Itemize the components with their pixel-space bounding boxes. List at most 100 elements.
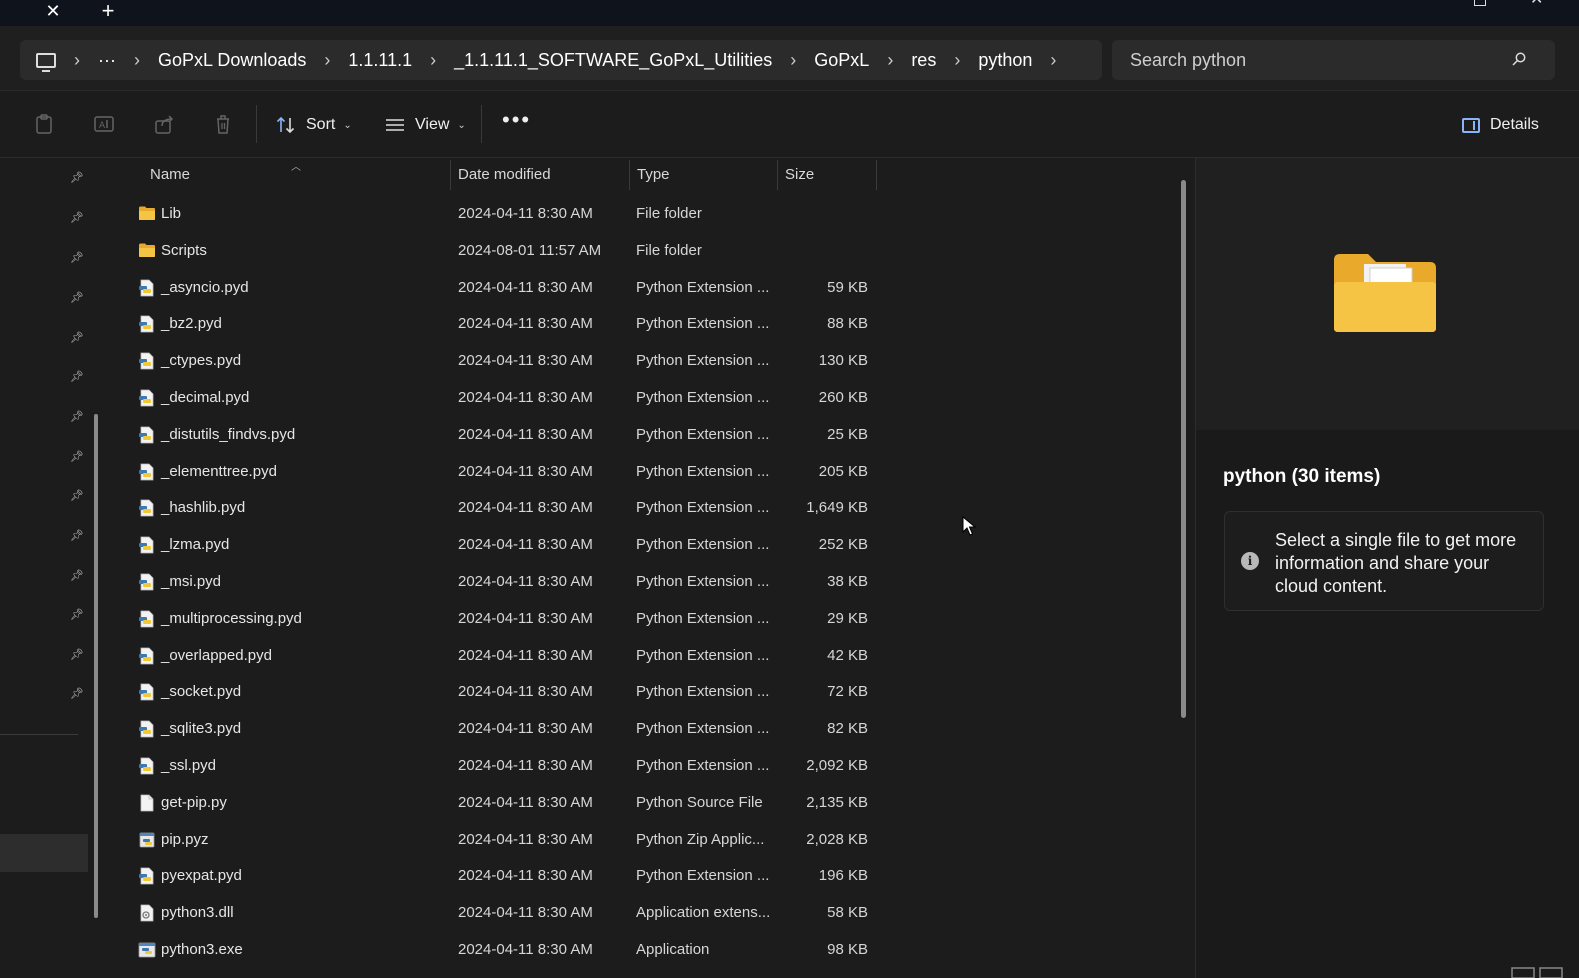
view-toggle-icons[interactable] [1510,966,1570,978]
file-row[interactable]: Scripts 2024-08-01 11:57 AM File folder [110,232,1170,269]
breadcrumb-current[interactable]: python [978,50,1032,71]
close-tab-button[interactable]: ✕ [42,0,64,22]
pin-icon[interactable]: 📌︎ [70,172,84,184]
pin-icon[interactable]: 📌︎ [70,332,84,344]
search-icon[interactable] [1512,52,1526,66]
search-box[interactable] [1112,40,1555,80]
column-divider[interactable] [629,160,630,190]
maximize-button[interactable] [1474,0,1486,6]
file-row[interactable]: python3.dll 2024-04-11 8:30 AM Application… [110,894,1170,931]
close-window-button[interactable]: ✕ [1530,0,1548,8]
file-row[interactable]: _elementtree.pyd 2024-04-11 8:30 AM Python… [110,453,1170,490]
paste-icon[interactable] [33,113,55,135]
python-file-icon [138,683,156,701]
pin-icon[interactable]: 📌︎ [70,688,84,700]
file-row[interactable]: _sqlite3.pyd 2024-04-11 8:30 AM Python Ext… [110,710,1170,747]
file-row[interactable]: python3.exe 2024-04-11 8:30 AM Application… [110,931,1170,968]
file-list: ︿ Name Date modified Type Size Lib 2024-0… [110,158,1195,978]
breadcrumb-item[interactable]: GoPxL Downloads [158,50,306,71]
pin-icon[interactable]: 📌︎ [70,490,84,502]
file-name: _decimal.pyd [161,389,250,406]
file-row[interactable]: _msi.pyd 2024-04-11 8:30 AM Python Extensi… [110,563,1170,600]
file-row[interactable]: _distutils_findvs.pyd 2024-04-11 8:30 AM P… [110,416,1170,453]
file-type: Application extens... [636,904,771,922]
nav-item-selected[interactable] [0,834,88,872]
sort-icon [276,116,295,134]
file-type: Python Extension ... [636,462,770,480]
share-icon[interactable] [153,113,175,135]
column-header-size[interactable]: Size [785,158,814,192]
breadcrumb-item[interactable]: GoPxL [814,50,869,71]
chevron-right-icon[interactable]: › [324,50,330,71]
toolbar-divider [256,105,257,143]
svg-text:A: A [99,120,105,130]
address-bar[interactable]: › ··· › GoPxL Downloads › 1.1.11.1 › _1.… [20,40,1102,80]
chevron-right-icon[interactable]: › [954,50,960,71]
file-type: Python Extension ... [636,646,770,664]
address-row: › ··· › GoPxL Downloads › 1.1.11.1 › _1.… [0,26,1579,90]
column-header-type[interactable]: Type [637,158,670,192]
column-header-date[interactable]: Date modified [458,158,551,192]
file-row[interactable]: _ssl.pyd 2024-04-11 8:30 AM Python Extensi… [110,747,1170,784]
column-divider[interactable] [450,160,451,190]
file-row[interactable]: pyexpat.pyd 2024-04-11 8:30 AM Python Exte… [110,857,1170,894]
chevron-right-icon[interactable]: › [887,50,893,71]
view-button[interactable]: View ⌄ [385,111,466,139]
file-row[interactable]: _overlapped.pyd 2024-04-11 8:30 AM Python … [110,637,1170,674]
preview-area [1196,158,1579,430]
new-tab-button[interactable]: + [96,0,120,24]
file-row[interactable]: _asyncio.pyd 2024-04-11 8:30 AM Python Ext… [110,269,1170,306]
file-size: 59 KB [827,278,868,296]
file-size: 88 KB [827,315,868,333]
python-file-icon [138,499,156,517]
chevron-right-icon[interactable]: › [1050,50,1056,71]
file-size: 196 KB [818,867,868,885]
file-date-modified: 2024-04-11 8:30 AM [458,941,593,958]
nav-scrollbar[interactable] [94,414,98,918]
breadcrumb-item[interactable]: 1.1.11.1 [348,50,412,71]
pin-icon[interactable]: 📌︎ [70,530,84,542]
pin-icon[interactable]: 📌︎ [70,609,84,621]
computer-icon[interactable] [36,52,56,72]
file-size: 2,092 KB [806,757,868,774]
file-list-scrollbar[interactable] [1181,180,1186,718]
file-row[interactable]: _hashlib.pyd 2024-04-11 8:30 AM Python Ext… [110,489,1170,526]
file-row[interactable]: pip.pyz 2024-04-11 8:30 AM Python Zip Appl… [110,821,1170,858]
breadcrumb-more[interactable]: ··· [98,50,116,71]
search-input[interactable] [1130,48,1510,72]
file-row[interactable]: _decimal.pyd 2024-04-11 8:30 AM Python Ext… [110,379,1170,416]
rename-icon[interactable]: A [93,113,115,135]
delete-icon[interactable] [212,113,234,135]
breadcrumb-item[interactable]: res [911,50,936,71]
file-row[interactable]: get-pip.py 2024-04-11 8:30 AM Python Sourc… [110,784,1170,821]
pin-icon[interactable]: 📌︎ [70,292,84,304]
file-row[interactable]: _socket.pyd 2024-04-11 8:30 AM Python Exte… [110,673,1170,710]
file-date-modified: 2024-04-11 8:30 AM [458,793,593,811]
details-pane-button[interactable]: Details [1462,111,1539,139]
pin-icon[interactable]: 📌︎ [70,451,84,463]
column-header-name[interactable]: Name [150,158,190,192]
file-name: pyexpat.pyd [161,867,242,885]
file-row[interactable]: _multiprocessing.pyd 2024-04-11 8:30 AM Py… [110,600,1170,637]
file-row[interactable]: _ctypes.pyd 2024-04-11 8:30 AM Python Exte… [110,342,1170,379]
column-divider[interactable] [777,160,778,190]
column-divider[interactable] [876,160,877,190]
chevron-right-icon[interactable]: › [134,50,140,71]
file-row[interactable]: _lzma.pyd 2024-04-11 8:30 AM Python Extens… [110,526,1170,563]
chevron-right-icon[interactable]: › [430,50,436,71]
chevron-right-icon[interactable]: › [74,50,80,71]
file-row[interactable]: Lib 2024-04-11 8:30 AM File folder [110,195,1170,232]
pin-icon[interactable]: 📌︎ [70,212,84,224]
sort-button[interactable]: Sort ⌄ [276,111,352,139]
pin-icon[interactable]: 📌︎ [70,649,84,661]
pin-icon[interactable]: 📌︎ [70,411,84,423]
pin-icon[interactable]: 📌︎ [70,252,84,264]
file-size: 205 KB [818,462,868,480]
more-options-button[interactable]: ••• [502,109,531,131]
chevron-right-icon[interactable]: › [790,50,796,71]
breadcrumb-item[interactable]: _1.1.11.1_SOFTWARE_GoPxL_Utilities [454,50,772,71]
file-row[interactable]: _bz2.pyd 2024-04-11 8:30 AM Python Extensi… [110,305,1170,342]
pin-icon[interactable]: 📌︎ [70,570,84,582]
pin-icon[interactable]: 📌︎ [70,371,84,383]
file-date-modified: 2024-04-11 8:30 AM [458,646,593,664]
